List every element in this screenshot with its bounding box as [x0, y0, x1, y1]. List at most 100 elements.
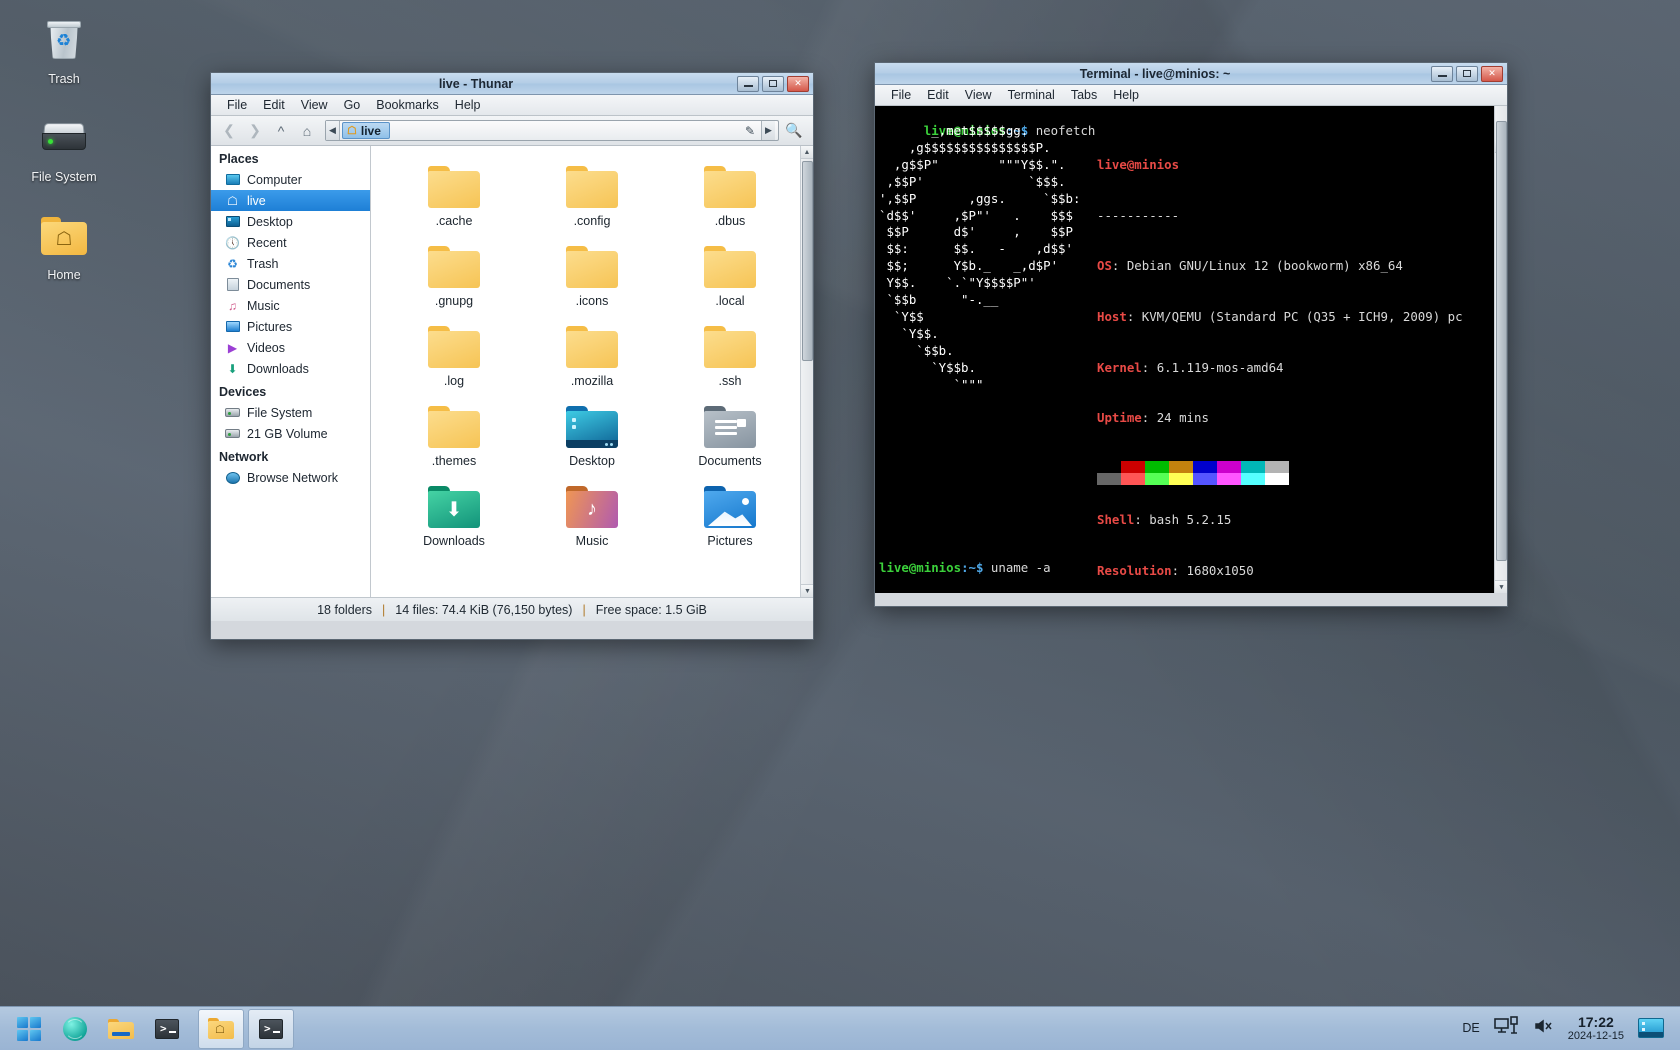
terminal-launcher[interactable] [144, 1009, 190, 1049]
file-item[interactable]: Documents [661, 396, 799, 470]
menu-bookmarks[interactable]: Bookmarks [368, 97, 447, 113]
file-item[interactable]: .local [661, 236, 799, 310]
magnifier-icon[interactable]: 🔍 [781, 122, 807, 139]
keyboard-layout-indicator[interactable]: DE [1462, 1021, 1479, 1035]
scroll-up-icon[interactable]: ▲ [801, 146, 813, 159]
thunar-toolbar[interactable]: ❮ ❯ ^ ⌂ ◀ ☖ live ✎ ▶ 🔍 [211, 116, 813, 146]
file-item[interactable]: .log [385, 316, 523, 390]
folder-icon [523, 242, 661, 288]
minimize-button[interactable] [1431, 66, 1453, 82]
close-button[interactable]: ✕ [787, 76, 809, 92]
file-item[interactable]: Pictures [661, 476, 799, 550]
neofetch-value: 6.1.119-mos-amd64 [1157, 360, 1284, 375]
sidebar-item-computer[interactable]: Computer [211, 169, 370, 190]
thunar-menubar[interactable]: File Edit View Go Bookmarks Help [211, 95, 813, 116]
menu-file[interactable]: File [219, 97, 255, 113]
close-button[interactable]: ✕ [1481, 66, 1503, 82]
network-workstation-icon[interactable] [1494, 1016, 1520, 1041]
sidebar-item-trash[interactable]: ♻ Trash [211, 253, 370, 274]
menu-help[interactable]: Help [1105, 87, 1147, 103]
file-item[interactable]: .ssh [661, 316, 799, 390]
minimize-button[interactable] [737, 76, 759, 92]
sidebar-item-label: Downloads [247, 362, 309, 376]
desktop-icon-home[interactable]: ☖ Home [14, 210, 114, 282]
system-tray[interactable]: DE 17:22 2024-12-15 [1462, 1014, 1674, 1043]
clock[interactable]: 17:22 2024-12-15 [1568, 1014, 1624, 1043]
sidebar-item-browse-network[interactable]: Browse Network [211, 467, 370, 488]
sidebar-item-volume[interactable]: 21 GB Volume [211, 423, 370, 444]
volume-muted-icon[interactable] [1534, 1018, 1554, 1039]
terminal-output-area[interactable]: live@minios:~$ neofetch _,met$$$$$gg. ,g… [875, 106, 1507, 593]
desktop-icon-trash[interactable]: ♻ Trash [14, 14, 114, 86]
breadcrumb-live[interactable]: ☖ live [342, 122, 390, 139]
maximize-button[interactable] [762, 76, 784, 92]
sidebar-item-live[interactable]: ☖ live [211, 190, 370, 211]
folder-icon [661, 162, 799, 208]
thunar-statusbar: 18 folders | 14 files: 74.4 KiB (76,150 … [211, 597, 813, 621]
pencil-icon[interactable]: ✎ [745, 124, 755, 138]
file-item[interactable]: .gnupg [385, 236, 523, 310]
menu-help[interactable]: Help [447, 97, 489, 113]
file-item[interactable]: .dbus [661, 156, 799, 230]
menu-view[interactable]: View [957, 87, 1000, 103]
neofetch-key: Uptime [1097, 410, 1142, 425]
menu-edit[interactable]: Edit [255, 97, 293, 113]
path-scroll-left-icon[interactable]: ◀ [326, 121, 340, 140]
file-item[interactable]: ⬇ Downloads [385, 476, 523, 550]
file-item[interactable]: .mozilla [523, 316, 661, 390]
taskbar-window-thunar[interactable]: ☖ [198, 1009, 244, 1049]
sidebar-item-desktop[interactable]: Desktop [211, 211, 370, 232]
file-item[interactable]: .config [523, 156, 661, 230]
taskbar-window-terminal[interactable] [248, 1009, 294, 1049]
path-bar[interactable]: ◀ ☖ live ✎ ▶ [325, 120, 779, 141]
scroll-down-icon[interactable]: ▼ [1495, 580, 1507, 593]
start-menu-button[interactable] [6, 1009, 52, 1049]
back-arrow-icon[interactable]: ❮ [217, 120, 241, 142]
up-arrow-icon[interactable]: ^ [269, 120, 293, 142]
sidebar-item-recent[interactable]: 🕔 Recent [211, 232, 370, 253]
desktop-icon-file-system[interactable]: File System [14, 112, 114, 184]
scrollbar-thumb[interactable] [1496, 121, 1507, 561]
terminal-titlebar[interactable]: Terminal - live@minios: ~ ✕ [875, 63, 1507, 85]
file-item[interactable]: ♪ Music [523, 476, 661, 550]
sidebar-item-file-system[interactable]: File System [211, 402, 370, 423]
terminal-window[interactable]: Terminal - live@minios: ~ ✕ File Edit Vi… [874, 62, 1508, 607]
taskbar[interactable]: ☖ DE 17:22 2024-12-15 [0, 1006, 1680, 1050]
file-item[interactable]: Desktop [523, 396, 661, 470]
home-icon[interactable]: ⌂ [295, 120, 319, 142]
sidebar-item-music[interactable]: ♫ Music [211, 295, 370, 316]
menu-go[interactable]: Go [336, 97, 369, 113]
terminal-scrollbar[interactable]: ▲ ▼ [1494, 106, 1507, 593]
menu-terminal[interactable]: Terminal [1000, 87, 1063, 103]
file-name: Music [523, 534, 661, 548]
maximize-button[interactable] [1456, 66, 1478, 82]
sidebar-item-label: Trash [247, 257, 279, 271]
scroll-down-icon[interactable]: ▼ [801, 584, 813, 597]
show-desktop-icon[interactable] [1638, 1018, 1664, 1038]
file-item[interactable]: .themes [385, 396, 523, 470]
thunar-sidebar[interactable]: Places Computer ☖ live Desktop 🕔 Recent … [211, 146, 371, 597]
file-view-scrollbar[interactable]: ▲ ▼ [800, 146, 813, 597]
sidebar-item-pictures[interactable]: Pictures [211, 316, 370, 337]
scrollbar-thumb[interactable] [802, 161, 813, 361]
sidebar-item-videos[interactable]: ▶ Videos [211, 337, 370, 358]
file-item[interactable]: .icons [523, 236, 661, 310]
file-manager-launcher[interactable] [98, 1009, 144, 1049]
browser-launcher[interactable] [52, 1009, 98, 1049]
file-view[interactable]: .cache .config .dbus .gnupg .icons [371, 146, 813, 597]
thunar-file-manager-window[interactable]: live - Thunar ✕ File Edit View Go Bookma… [210, 72, 814, 640]
menu-view[interactable]: View [293, 97, 336, 113]
thunar-titlebar[interactable]: live - Thunar ✕ [211, 73, 813, 95]
menu-file[interactable]: File [883, 87, 919, 103]
music-icon: ♫ [225, 299, 240, 313]
path-scroll-right-icon[interactable]: ▶ [761, 121, 775, 140]
sidebar-item-documents[interactable]: Documents [211, 274, 370, 295]
menu-edit[interactable]: Edit [919, 87, 957, 103]
sidebar-item-downloads[interactable]: ⬇ Downloads [211, 358, 370, 379]
forward-arrow-icon[interactable]: ❯ [243, 120, 267, 142]
terminal-menubar[interactable]: File Edit View Terminal Tabs Help [875, 85, 1507, 106]
menu-tabs[interactable]: Tabs [1063, 87, 1105, 103]
neofetch-key: OS [1097, 258, 1112, 273]
palette-swatch [1145, 473, 1169, 485]
file-item[interactable]: .cache [385, 156, 523, 230]
